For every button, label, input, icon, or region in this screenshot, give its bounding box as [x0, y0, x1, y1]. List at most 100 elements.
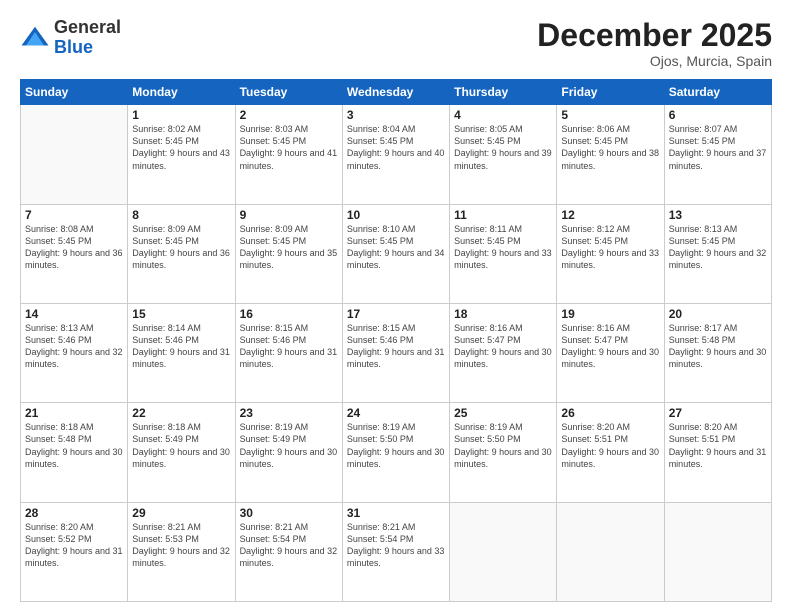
day-cell: 21Sunrise: 8:18 AMSunset: 5:48 PMDayligh…: [21, 403, 128, 502]
day-info: Sunrise: 8:09 AMSunset: 5:45 PMDaylight:…: [132, 223, 230, 272]
day-info: Sunrise: 8:19 AMSunset: 5:50 PMDaylight:…: [347, 421, 445, 470]
day-info: Sunrise: 8:19 AMSunset: 5:50 PMDaylight:…: [454, 421, 552, 470]
calendar-header-row: Sunday Monday Tuesday Wednesday Thursday…: [21, 80, 772, 105]
day-info: Sunrise: 8:13 AMSunset: 5:46 PMDaylight:…: [25, 322, 123, 371]
day-info: Sunrise: 8:13 AMSunset: 5:45 PMDaylight:…: [669, 223, 767, 272]
day-number: 22: [132, 406, 230, 420]
day-cell: 6Sunrise: 8:07 AMSunset: 5:45 PMDaylight…: [664, 105, 771, 204]
day-info: Sunrise: 8:21 AMSunset: 5:54 PMDaylight:…: [347, 521, 445, 570]
day-number: 11: [454, 208, 552, 222]
day-cell: 2Sunrise: 8:03 AMSunset: 5:45 PMDaylight…: [235, 105, 342, 204]
day-cell: 30Sunrise: 8:21 AMSunset: 5:54 PMDayligh…: [235, 502, 342, 601]
week-row-1: 7Sunrise: 8:08 AMSunset: 5:45 PMDaylight…: [21, 204, 772, 303]
day-number: 2: [240, 108, 338, 122]
day-info: Sunrise: 8:16 AMSunset: 5:47 PMDaylight:…: [561, 322, 659, 371]
day-number: 16: [240, 307, 338, 321]
day-cell: 15Sunrise: 8:14 AMSunset: 5:46 PMDayligh…: [128, 303, 235, 402]
day-number: 21: [25, 406, 123, 420]
day-number: 6: [669, 108, 767, 122]
day-info: Sunrise: 8:08 AMSunset: 5:45 PMDaylight:…: [25, 223, 123, 272]
day-cell: 10Sunrise: 8:10 AMSunset: 5:45 PMDayligh…: [342, 204, 449, 303]
calendar-table: Sunday Monday Tuesday Wednesday Thursday…: [20, 79, 772, 602]
day-info: Sunrise: 8:02 AMSunset: 5:45 PMDaylight:…: [132, 123, 230, 172]
day-info: Sunrise: 8:04 AMSunset: 5:45 PMDaylight:…: [347, 123, 445, 172]
day-number: 29: [132, 506, 230, 520]
day-number: 8: [132, 208, 230, 222]
day-number: 3: [347, 108, 445, 122]
col-tuesday: Tuesday: [235, 80, 342, 105]
logo-text: General Blue: [54, 18, 121, 58]
day-number: 12: [561, 208, 659, 222]
logo: General Blue: [20, 18, 121, 58]
day-number: 13: [669, 208, 767, 222]
day-info: Sunrise: 8:11 AMSunset: 5:45 PMDaylight:…: [454, 223, 552, 272]
col-monday: Monday: [128, 80, 235, 105]
day-number: 19: [561, 307, 659, 321]
day-cell: 31Sunrise: 8:21 AMSunset: 5:54 PMDayligh…: [342, 502, 449, 601]
day-info: Sunrise: 8:05 AMSunset: 5:45 PMDaylight:…: [454, 123, 552, 172]
day-info: Sunrise: 8:14 AMSunset: 5:46 PMDaylight:…: [132, 322, 230, 371]
day-cell: 23Sunrise: 8:19 AMSunset: 5:49 PMDayligh…: [235, 403, 342, 502]
day-info: Sunrise: 8:19 AMSunset: 5:49 PMDaylight:…: [240, 421, 338, 470]
day-number: 5: [561, 108, 659, 122]
day-cell: 5Sunrise: 8:06 AMSunset: 5:45 PMDaylight…: [557, 105, 664, 204]
day-cell: 1Sunrise: 8:02 AMSunset: 5:45 PMDaylight…: [128, 105, 235, 204]
day-cell: 8Sunrise: 8:09 AMSunset: 5:45 PMDaylight…: [128, 204, 235, 303]
day-info: Sunrise: 8:10 AMSunset: 5:45 PMDaylight:…: [347, 223, 445, 272]
week-row-4: 28Sunrise: 8:20 AMSunset: 5:52 PMDayligh…: [21, 502, 772, 601]
day-cell: 22Sunrise: 8:18 AMSunset: 5:49 PMDayligh…: [128, 403, 235, 502]
day-cell: 12Sunrise: 8:12 AMSunset: 5:45 PMDayligh…: [557, 204, 664, 303]
week-row-2: 14Sunrise: 8:13 AMSunset: 5:46 PMDayligh…: [21, 303, 772, 402]
day-cell: 29Sunrise: 8:21 AMSunset: 5:53 PMDayligh…: [128, 502, 235, 601]
week-row-3: 21Sunrise: 8:18 AMSunset: 5:48 PMDayligh…: [21, 403, 772, 502]
day-number: 28: [25, 506, 123, 520]
day-info: Sunrise: 8:20 AMSunset: 5:51 PMDaylight:…: [669, 421, 767, 470]
day-cell: 4Sunrise: 8:05 AMSunset: 5:45 PMDaylight…: [450, 105, 557, 204]
day-cell: 7Sunrise: 8:08 AMSunset: 5:45 PMDaylight…: [21, 204, 128, 303]
day-info: Sunrise: 8:20 AMSunset: 5:51 PMDaylight:…: [561, 421, 659, 470]
page: General Blue December 2025 Ojos, Murcia,…: [0, 0, 792, 612]
month-title: December 2025: [537, 18, 772, 53]
day-cell: 17Sunrise: 8:15 AMSunset: 5:46 PMDayligh…: [342, 303, 449, 402]
day-cell: 26Sunrise: 8:20 AMSunset: 5:51 PMDayligh…: [557, 403, 664, 502]
logo-general: General: [54, 17, 121, 37]
day-cell: 3Sunrise: 8:04 AMSunset: 5:45 PMDaylight…: [342, 105, 449, 204]
day-number: 9: [240, 208, 338, 222]
day-info: Sunrise: 8:09 AMSunset: 5:45 PMDaylight:…: [240, 223, 338, 272]
day-info: Sunrise: 8:21 AMSunset: 5:54 PMDaylight:…: [240, 521, 338, 570]
day-cell: 9Sunrise: 8:09 AMSunset: 5:45 PMDaylight…: [235, 204, 342, 303]
day-cell: 16Sunrise: 8:15 AMSunset: 5:46 PMDayligh…: [235, 303, 342, 402]
day-info: Sunrise: 8:21 AMSunset: 5:53 PMDaylight:…: [132, 521, 230, 570]
day-info: Sunrise: 8:15 AMSunset: 5:46 PMDaylight:…: [240, 322, 338, 371]
day-number: 24: [347, 406, 445, 420]
day-info: Sunrise: 8:15 AMSunset: 5:46 PMDaylight:…: [347, 322, 445, 371]
col-saturday: Saturday: [664, 80, 771, 105]
day-info: Sunrise: 8:16 AMSunset: 5:47 PMDaylight:…: [454, 322, 552, 371]
day-info: Sunrise: 8:17 AMSunset: 5:48 PMDaylight:…: [669, 322, 767, 371]
logo-blue: Blue: [54, 37, 93, 57]
day-cell: [664, 502, 771, 601]
day-cell: 13Sunrise: 8:13 AMSunset: 5:45 PMDayligh…: [664, 204, 771, 303]
day-number: 7: [25, 208, 123, 222]
day-cell: 27Sunrise: 8:20 AMSunset: 5:51 PMDayligh…: [664, 403, 771, 502]
col-thursday: Thursday: [450, 80, 557, 105]
day-cell: 11Sunrise: 8:11 AMSunset: 5:45 PMDayligh…: [450, 204, 557, 303]
day-info: Sunrise: 8:06 AMSunset: 5:45 PMDaylight:…: [561, 123, 659, 172]
day-cell: 14Sunrise: 8:13 AMSunset: 5:46 PMDayligh…: [21, 303, 128, 402]
day-info: Sunrise: 8:03 AMSunset: 5:45 PMDaylight:…: [240, 123, 338, 172]
location: Ojos, Murcia, Spain: [537, 53, 772, 69]
day-number: 27: [669, 406, 767, 420]
day-number: 14: [25, 307, 123, 321]
day-info: Sunrise: 8:20 AMSunset: 5:52 PMDaylight:…: [25, 521, 123, 570]
col-sunday: Sunday: [21, 80, 128, 105]
day-number: 25: [454, 406, 552, 420]
day-cell: [450, 502, 557, 601]
day-cell: [21, 105, 128, 204]
day-number: 1: [132, 108, 230, 122]
day-info: Sunrise: 8:07 AMSunset: 5:45 PMDaylight:…: [669, 123, 767, 172]
day-info: Sunrise: 8:12 AMSunset: 5:45 PMDaylight:…: [561, 223, 659, 272]
day-number: 17: [347, 307, 445, 321]
day-info: Sunrise: 8:18 AMSunset: 5:48 PMDaylight:…: [25, 421, 123, 470]
day-cell: 19Sunrise: 8:16 AMSunset: 5:47 PMDayligh…: [557, 303, 664, 402]
day-cell: [557, 502, 664, 601]
